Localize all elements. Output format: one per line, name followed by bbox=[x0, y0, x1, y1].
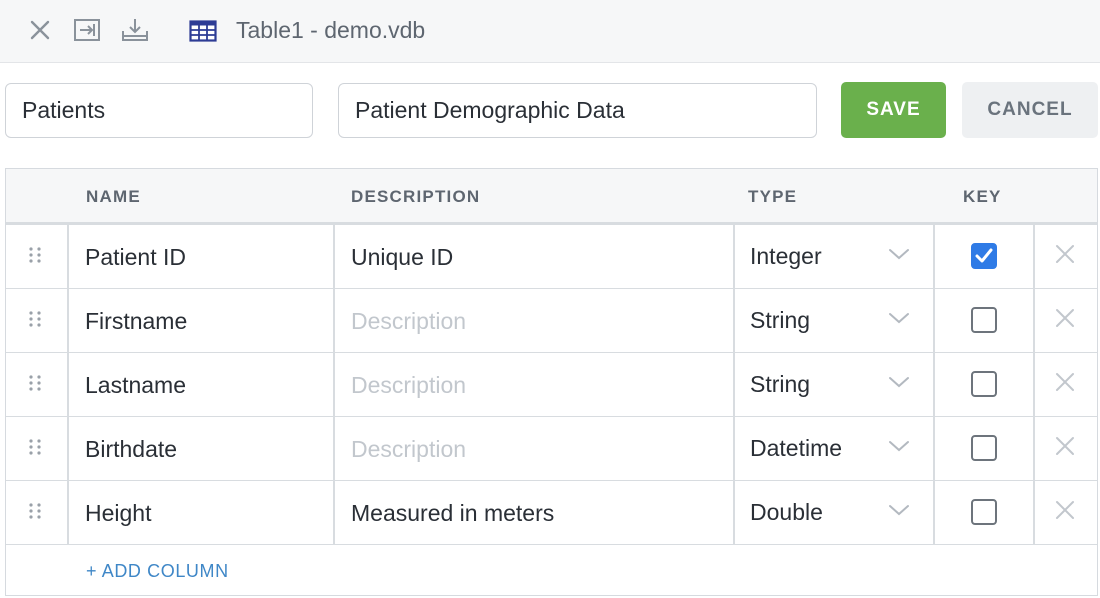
key-checkbox[interactable] bbox=[971, 371, 997, 397]
table-row: Height Measured in meters Double bbox=[6, 481, 1097, 545]
column-name-cell[interactable]: Patient ID bbox=[85, 244, 186, 271]
header-type: TYPE bbox=[748, 187, 798, 206]
columns-table: NAME DESCRIPTION TYPE KEY Patient ID Uni… bbox=[5, 168, 1098, 596]
column-type-select[interactable]: String bbox=[750, 371, 810, 398]
column-description-cell[interactable]: Description bbox=[351, 308, 466, 335]
column-type-select[interactable]: Double bbox=[750, 499, 823, 526]
table-name-input[interactable] bbox=[5, 83, 313, 138]
remove-column-icon[interactable] bbox=[1054, 243, 1076, 270]
key-checkbox[interactable] bbox=[971, 499, 997, 525]
column-divider bbox=[1033, 417, 1035, 480]
column-divider bbox=[333, 289, 335, 352]
column-divider bbox=[933, 481, 935, 544]
remove-column-icon[interactable] bbox=[1054, 435, 1076, 462]
column-divider bbox=[67, 481, 69, 544]
collapse-right-icon[interactable] bbox=[73, 15, 103, 45]
drag-handle-icon[interactable] bbox=[28, 310, 42, 333]
table-row: Patient ID Unique ID Integer bbox=[6, 225, 1097, 289]
table-icon bbox=[189, 20, 217, 47]
header-name: NAME bbox=[86, 187, 141, 206]
column-divider bbox=[733, 481, 735, 544]
chevron-down-icon[interactable] bbox=[888, 375, 910, 394]
column-type-select[interactable]: String bbox=[750, 307, 810, 334]
cancel-button[interactable]: CANCEL bbox=[962, 82, 1098, 138]
table-row: Birthdate Description Datetime bbox=[6, 417, 1097, 481]
column-divider bbox=[333, 417, 335, 480]
column-divider bbox=[933, 353, 935, 416]
table-description-input[interactable] bbox=[338, 83, 817, 138]
column-description-cell[interactable]: Unique ID bbox=[351, 244, 453, 271]
drag-handle-icon[interactable] bbox=[28, 438, 42, 461]
table-header: NAME DESCRIPTION TYPE KEY bbox=[6, 169, 1097, 225]
drag-handle-icon[interactable] bbox=[28, 502, 42, 525]
header-key: KEY bbox=[963, 187, 1002, 206]
header-description: DESCRIPTION bbox=[351, 187, 481, 206]
toolbar: Table1 - demo.vdb bbox=[0, 0, 1100, 63]
chevron-down-icon[interactable] bbox=[888, 311, 910, 330]
column-name-cell[interactable]: Firstname bbox=[85, 308, 187, 335]
chevron-down-icon[interactable] bbox=[888, 247, 910, 266]
save-button[interactable]: SAVE bbox=[841, 82, 946, 138]
column-description-cell[interactable]: Measured in meters bbox=[351, 500, 554, 527]
tab-title: Table1 - demo.vdb bbox=[236, 17, 426, 43]
key-checkbox[interactable] bbox=[971, 435, 997, 461]
column-divider bbox=[1033, 353, 1035, 416]
download-icon[interactable] bbox=[120, 15, 150, 45]
table-row: Lastname Description String bbox=[6, 353, 1097, 417]
column-divider bbox=[67, 225, 69, 288]
column-name-cell[interactable]: Lastname bbox=[85, 372, 186, 399]
column-type-select[interactable]: Datetime bbox=[750, 435, 842, 462]
column-divider bbox=[733, 289, 735, 352]
drag-handle-icon[interactable] bbox=[28, 374, 42, 397]
column-divider bbox=[333, 481, 335, 544]
column-type-select[interactable]: Integer bbox=[750, 243, 822, 270]
key-checkbox[interactable] bbox=[971, 307, 997, 333]
key-checkbox[interactable] bbox=[971, 243, 997, 269]
chevron-down-icon[interactable] bbox=[888, 439, 910, 458]
column-divider bbox=[733, 225, 735, 288]
remove-column-icon[interactable] bbox=[1054, 307, 1076, 334]
column-divider bbox=[933, 225, 935, 288]
close-icon[interactable] bbox=[25, 15, 55, 45]
table-row: Firstname Description String bbox=[6, 289, 1097, 353]
column-divider bbox=[733, 353, 735, 416]
column-divider bbox=[1033, 225, 1035, 288]
add-column-link[interactable]: + ADD COLUMN bbox=[86, 561, 229, 582]
remove-column-icon[interactable] bbox=[1054, 499, 1076, 526]
remove-column-icon[interactable] bbox=[1054, 371, 1076, 398]
column-divider bbox=[1033, 481, 1035, 544]
column-divider bbox=[333, 353, 335, 416]
column-divider bbox=[933, 289, 935, 352]
column-divider bbox=[67, 289, 69, 352]
drag-handle-icon[interactable] bbox=[28, 246, 42, 269]
column-name-cell[interactable]: Birthdate bbox=[85, 436, 177, 463]
column-divider bbox=[333, 225, 335, 288]
column-divider bbox=[933, 417, 935, 480]
column-divider bbox=[733, 417, 735, 480]
column-name-cell[interactable]: Height bbox=[85, 500, 151, 527]
column-divider bbox=[67, 353, 69, 416]
column-description-cell[interactable]: Description bbox=[351, 436, 466, 463]
column-divider bbox=[1033, 289, 1035, 352]
column-description-cell[interactable]: Description bbox=[351, 372, 466, 399]
chevron-down-icon[interactable] bbox=[888, 503, 910, 522]
column-divider bbox=[67, 417, 69, 480]
